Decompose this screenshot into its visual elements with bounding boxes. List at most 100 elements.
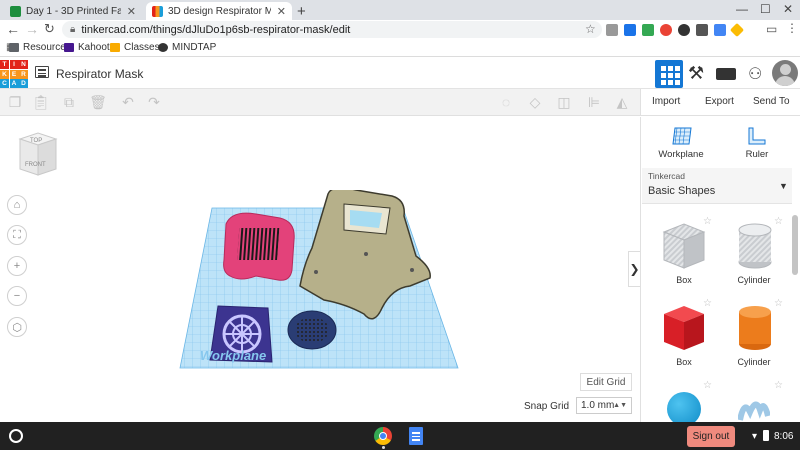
chevron-down-icon: ▼ xyxy=(779,181,788,191)
notes-icon[interactable]: ◇ xyxy=(527,94,543,110)
ruler-tool-label[interactable]: Ruler xyxy=(742,149,772,160)
dropdown-arrow-icon: ▲▼ xyxy=(613,402,627,409)
extension-icon[interactable] xyxy=(624,24,636,36)
panel-scrollbar[interactable] xyxy=(792,215,798,275)
bookmark-classes[interactable]: Classes xyxy=(110,42,160,53)
ruler-icon[interactable] xyxy=(747,126,767,146)
import-button[interactable]: Import xyxy=(652,96,680,107)
duplicate-icon[interactable]: ⧉ xyxy=(61,94,77,110)
logo-letter: D xyxy=(19,79,28,88)
redo-icon[interactable]: ↷ xyxy=(146,94,162,110)
workplane-tool-label[interactable]: Workplane xyxy=(658,149,704,160)
workplane-icon[interactable] xyxy=(671,126,693,146)
chrome-icon[interactable] xyxy=(374,427,392,445)
back-icon[interactable]: ← xyxy=(6,21,20,37)
star-icon[interactable]: ☆ xyxy=(774,380,783,391)
address-bar[interactable]: 🔒︎ tinkercad.com/things/dJluDo1p6sb-resp… xyxy=(62,21,602,38)
shape-label: Cylinder xyxy=(737,357,771,367)
extension-icon[interactable] xyxy=(714,24,726,36)
reload-icon[interactable]: ↻ xyxy=(44,21,55,37)
logo-letter: A xyxy=(9,79,19,88)
delete-icon[interactable]: 🗑︎ xyxy=(89,94,107,110)
extension-icon[interactable] xyxy=(642,24,654,36)
send-to-button[interactable]: Send To xyxy=(753,96,790,107)
logo-letter: C xyxy=(0,79,9,88)
align-icon[interactable]: ⊫ xyxy=(586,94,602,110)
shape-category-label: Tinkercad xyxy=(648,171,686,181)
shield-icon[interactable] xyxy=(678,24,690,36)
add-user-icon[interactable]: ⚇ xyxy=(748,64,762,84)
star-icon[interactable]: ☆ xyxy=(774,216,783,227)
perspective-icon[interactable]: ⬡ xyxy=(7,317,27,337)
browser-tab-classroom[interactable]: Day 1 - 3D Printed Face Covering ✕ xyxy=(4,2,142,20)
extension-icon[interactable] xyxy=(696,24,708,36)
shape-label: Cylinder xyxy=(737,275,771,285)
maximize-icon[interactable]: ☐ xyxy=(760,2,771,16)
shape-cylinder-hole[interactable] xyxy=(735,220,775,272)
lock-icon: 🔒︎ xyxy=(70,24,76,35)
home-view-icon[interactable]: ⌂ xyxy=(7,195,27,215)
workplane-label: Workplane xyxy=(200,348,266,363)
paste-icon[interactable]: 📋︎ xyxy=(32,94,50,110)
docs-icon[interactable] xyxy=(409,427,423,445)
star-icon[interactable]: ☆ xyxy=(703,380,712,391)
minimize-icon[interactable]: — xyxy=(736,2,748,16)
close-tab-icon[interactable]: ✕ xyxy=(127,5,136,18)
shape-box-solid[interactable] xyxy=(660,302,708,354)
bookmark-resources[interactable]: Resources xyxy=(9,42,71,53)
tinkercad-logo[interactable]: TIN KER CAD xyxy=(0,60,28,88)
extension-icon[interactable] xyxy=(660,24,672,36)
forward-icon[interactable]: → xyxy=(25,21,39,37)
pink-filter-cover[interactable] xyxy=(223,212,295,281)
cast-icon[interactable]: ▭ xyxy=(766,22,777,36)
bookmark-kahoot[interactable]: Kahoot xyxy=(64,42,110,53)
folder-icon xyxy=(9,43,19,52)
collapse-panel-button[interactable]: ❯ xyxy=(628,251,640,287)
lightbulb-icon[interactable]: ◌ xyxy=(498,94,514,110)
google-classroom-icon xyxy=(10,5,21,17)
edit-grid-button[interactable]: Edit Grid xyxy=(580,373,632,391)
system-clock[interactable]: 8:06 xyxy=(774,431,793,442)
star-icon[interactable]: ☆ xyxy=(774,298,783,309)
shape-sphere[interactable] xyxy=(667,392,701,422)
wifi-icon[interactable]: ▾ xyxy=(752,431,757,442)
zoom-out-icon[interactable]: − xyxy=(7,286,27,306)
design-list-icon[interactable] xyxy=(35,66,49,78)
navy-round-filter[interactable] xyxy=(287,310,337,350)
close-tab-icon[interactable]: ✕ xyxy=(277,5,286,18)
extension-icon[interactable] xyxy=(606,24,618,36)
launcher-icon[interactable] xyxy=(9,429,23,443)
fit-view-icon[interactable]: ⛶ xyxy=(7,225,27,245)
shape-cylinder-solid[interactable] xyxy=(735,302,775,354)
shape-box-hole[interactable] xyxy=(660,220,708,272)
bookmark-mindtap[interactable]: MINDTAP xyxy=(158,42,216,53)
sign-out-button[interactable]: Sign out xyxy=(687,426,735,447)
mindtap-icon xyxy=(158,43,168,52)
snap-grid-select[interactable]: 1.0 mm ▲▼ xyxy=(576,397,632,414)
codeblocks-icon[interactable]: ⚒ xyxy=(688,63,704,84)
view-cube-front-label: FRONT xyxy=(25,162,46,168)
avatar[interactable] xyxy=(772,60,798,86)
new-tab-button[interactable]: + xyxy=(297,3,306,20)
shape-scribble[interactable] xyxy=(738,396,770,422)
close-window-icon[interactable]: ✕ xyxy=(783,2,793,16)
bricks-icon[interactable] xyxy=(716,68,736,80)
export-button[interactable]: Export xyxy=(705,96,734,107)
running-indicator xyxy=(382,446,385,449)
3d-view-button[interactable] xyxy=(655,60,683,88)
star-icon[interactable]: ☆ xyxy=(703,298,712,309)
zoom-in-icon[interactable]: + xyxy=(7,256,27,276)
group-icon[interactable]: ◫ xyxy=(556,94,572,110)
logo-letter: K xyxy=(0,69,9,79)
menu-dots-icon[interactable]: ⋮ xyxy=(786,21,798,35)
star-icon[interactable]: ☆ xyxy=(703,216,712,227)
bookmark-star-icon[interactable]: ☆ xyxy=(585,22,596,36)
browser-tab-tinkercad[interactable]: 3D design Respirator Mask | Tinkercad ✕ xyxy=(146,2,292,20)
undo-icon[interactable]: ↶ xyxy=(120,94,136,110)
design-title[interactable]: Respirator Mask xyxy=(56,67,143,81)
logo-letter: N xyxy=(19,60,28,69)
copy-icon[interactable]: ❐ xyxy=(7,94,23,110)
shape-label: Box xyxy=(676,275,692,285)
battery-icon[interactable] xyxy=(763,430,769,441)
mirror-icon[interactable]: ◭ xyxy=(614,94,630,110)
